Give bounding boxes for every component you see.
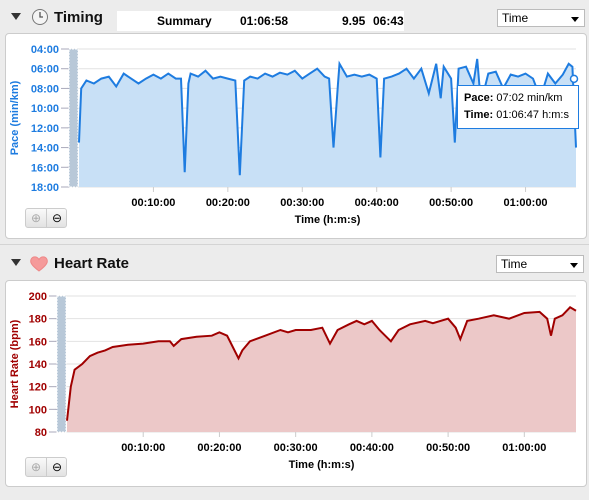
collapse-triangle-icon[interactable]	[11, 259, 21, 266]
summary-bar: Summary 01:06:58 9.95 06:43	[117, 11, 404, 31]
zoom-in-icon[interactable]: ⊕	[26, 458, 46, 476]
y-tick-label: 16:00	[31, 162, 59, 174]
timing-xaxis-select[interactable]: Time	[497, 9, 585, 27]
y-tick-label: 140	[29, 359, 47, 371]
x-tick-label: 00:10:00	[131, 197, 175, 209]
chevron-down-icon	[570, 263, 578, 268]
x-tick-label: 01:00:00	[504, 197, 548, 209]
tooltip-pace-label: Pace:	[464, 92, 494, 104]
y-tick-label: 200	[29, 291, 47, 303]
y-tick-label: 180	[29, 314, 47, 326]
summary-pace: 06:43	[373, 14, 404, 28]
heart-zoom-controls: ⊕ ⊖	[25, 457, 67, 477]
y-axis-title: Pace (min/km)	[9, 80, 21, 155]
timing-title: Timing	[54, 9, 103, 26]
heart-title: Heart Rate	[54, 255, 130, 272]
x-tick-label: 00:40:00	[355, 197, 399, 209]
scroll-handle[interactable]	[68, 48, 79, 188]
select-value: Time	[501, 257, 528, 271]
select-value: Time	[502, 11, 529, 25]
y-tick-label: 120	[29, 382, 47, 394]
x-tick-label: 00:50:00	[426, 442, 470, 454]
pace-chart[interactable]: 04:00 06:00 08:00 10:00 12:00 14:00 16:00 18:00…	[6, 34, 586, 238]
x-tick-label: 01:00:00	[502, 442, 546, 454]
clock-icon	[32, 9, 48, 25]
x-tick-label: 00:20:00	[206, 197, 250, 209]
pace-chart-panel: 04:00 06:00 08:00 10:00 12:00 14:00 16:00 18:00…	[5, 33, 587, 239]
heart-header: Heart Rate Time	[0, 249, 589, 279]
y-axis-title: Heart Rate (bpm)	[9, 319, 21, 408]
chevron-down-icon	[571, 17, 579, 22]
zoom-out-icon[interactable]: ⊖	[46, 209, 67, 227]
x-axis-title: Time (h:m:s)	[289, 459, 355, 471]
x-tick-label: 00:30:00	[280, 197, 324, 209]
x-tick-label: 00:50:00	[429, 197, 473, 209]
y-tick-label: 18:00	[31, 182, 59, 194]
x-tick-label: 00:30:00	[274, 442, 318, 454]
divider	[0, 244, 589, 245]
collapse-triangle-icon[interactable]	[11, 13, 21, 20]
y-tick-label: 14:00	[31, 143, 59, 155]
y-tick-label: 100	[29, 404, 47, 416]
y-tick-label: 80	[35, 427, 47, 439]
y-tick-label: 08:00	[31, 83, 59, 95]
y-tick-label: 04:00	[31, 44, 59, 56]
heart-chart-panel: 200 180 160 140 120 100 80 00:10:00 00:20:00 00:3…	[5, 280, 587, 487]
heart-xaxis-select[interactable]: Time	[496, 255, 584, 273]
y-tick-label: 12:00	[31, 123, 59, 135]
tooltip-time-value: 01:06:47 h:m:s	[496, 109, 569, 121]
summary-time: 01:06:58	[240, 14, 289, 28]
x-axis-title: Time (h:m:s)	[295, 214, 361, 226]
hover-marker	[569, 74, 579, 84]
y-tick-label: 10:00	[31, 103, 59, 115]
summary-label: Summary	[157, 14, 212, 28]
x-tick-label: 00:20:00	[197, 442, 241, 454]
zoom-out-icon[interactable]: ⊖	[46, 458, 67, 476]
y-tick-label: 160	[29, 336, 47, 348]
zoom-in-icon[interactable]: ⊕	[26, 209, 46, 227]
series-area	[67, 307, 576, 432]
heart-rate-chart[interactable]: 200 180 160 140 120 100 80 00:10:00 00:20:00 00:3…	[6, 281, 586, 486]
timing-header: Timing Summary 01:06:58 9.95 06:43 Time	[0, 3, 589, 33]
tooltip-pace-value: 07:02 min/km	[496, 92, 563, 104]
scroll-handle[interactable]	[56, 295, 67, 433]
tooltip-time-label: Time:	[464, 109, 494, 121]
heart-icon	[30, 256, 48, 272]
summary-distance: 9.95	[342, 14, 366, 28]
pace-tooltip: Pace: 07:02 min/km Time: 01:06:47 h:m:s	[457, 85, 579, 129]
x-tick-label: 00:10:00	[121, 442, 165, 454]
x-tick-label: 00:40:00	[350, 442, 394, 454]
y-tick-label: 06:00	[31, 64, 59, 76]
pace-zoom-controls: ⊕ ⊖	[25, 208, 67, 228]
